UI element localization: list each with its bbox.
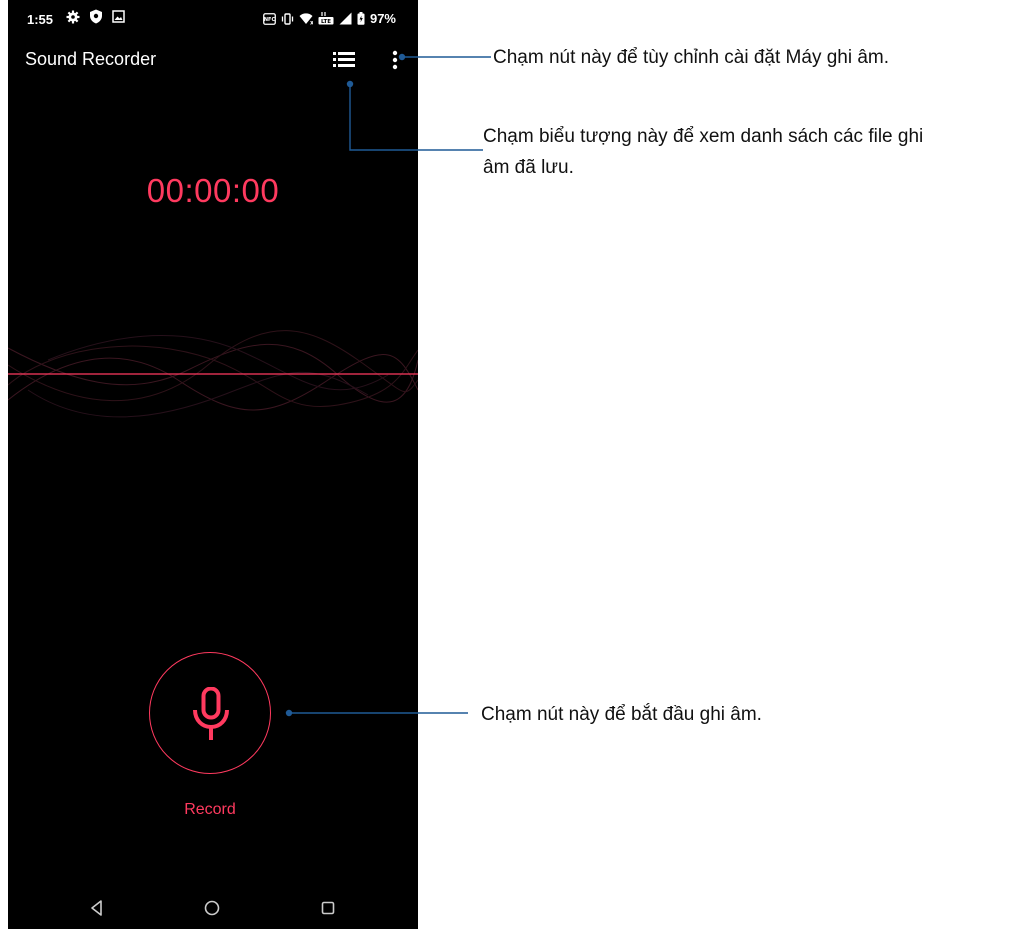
- record-button[interactable]: [149, 652, 271, 774]
- app-title: Sound Recorder: [25, 49, 157, 69]
- signal-icon: [339, 12, 352, 25]
- svg-text:NFC: NFC: [264, 17, 276, 23]
- callout-record: Chạm nút này để bắt đầu ghi âm.: [481, 704, 762, 725]
- svg-text:LTE: LTE: [321, 19, 331, 25]
- microphone-icon: [193, 687, 229, 740]
- battery-icon: [357, 12, 365, 25]
- app-bar: Sound Recorder: [8, 38, 418, 82]
- record-label: Record: [184, 801, 236, 818]
- navigation-bar: [8, 896, 418, 929]
- callout-settings: Chạm nút này để tùy chỉnh cài đặt Máy gh…: [493, 47, 890, 68]
- battery-percent: 97%: [369, 11, 396, 26]
- image-icon: [112, 10, 125, 23]
- home-circle-icon[interactable]: [200, 896, 224, 920]
- status-time: 1:55: [27, 12, 54, 27]
- wifi-icon: x: [299, 13, 313, 26]
- nfc-icon: NFC: [263, 12, 276, 25]
- svg-text:x: x: [310, 20, 313, 26]
- recents-square-icon[interactable]: [316, 896, 340, 920]
- elapsed-timer: 00:00:00: [146, 172, 280, 209]
- callout-list-line2: âm đã lưu.: [483, 157, 574, 178]
- phone-screen: 1:55 NFC x LTE 97% Sound Recorder 00:00:…: [8, 0, 418, 929]
- back-triangle-icon[interactable]: [85, 896, 109, 920]
- more-vert-icon[interactable]: [388, 50, 402, 70]
- waveform-visualizer: [8, 330, 418, 418]
- shield-icon: [90, 9, 102, 24]
- gear-icon: [66, 10, 80, 23]
- status-bar: 1:55 NFC x LTE 97%: [8, 0, 418, 38]
- vibrate-icon: [281, 12, 294, 25]
- lte-icon: LTE: [318, 12, 334, 25]
- list-icon[interactable]: [333, 50, 355, 68]
- callout-list-line1: Chạm biểu tượng này để xem danh sách các…: [483, 126, 924, 147]
